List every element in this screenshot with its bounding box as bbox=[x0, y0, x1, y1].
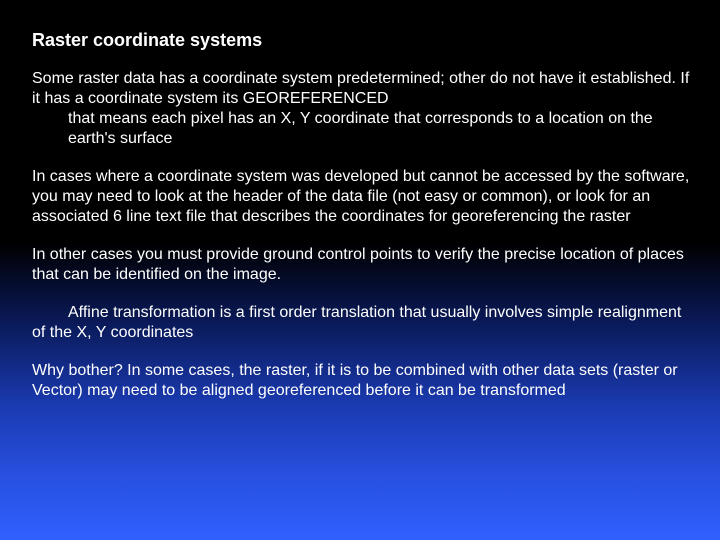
paragraph-1-text-b: that means each pixel has an X, Y coordi… bbox=[32, 109, 692, 149]
paragraph-1: Some raster data has a coordinate system… bbox=[32, 69, 692, 149]
paragraph-4-text: Affine transformation is a first order t… bbox=[32, 304, 681, 341]
paragraph-2: In cases where a coordinate system was d… bbox=[32, 167, 692, 227]
paragraph-4: Affine transformation is a first order t… bbox=[32, 303, 692, 343]
paragraph-5: Why bother? In some cases, the raster, i… bbox=[32, 361, 692, 401]
paragraph-1-text-a: Some raster data has a coordinate system… bbox=[32, 70, 689, 107]
slide-title: Raster coordinate systems bbox=[32, 30, 692, 51]
paragraph-3: In other cases you must provide ground c… bbox=[32, 245, 692, 285]
slide-content: Raster coordinate systems Some raster da… bbox=[0, 0, 720, 540]
